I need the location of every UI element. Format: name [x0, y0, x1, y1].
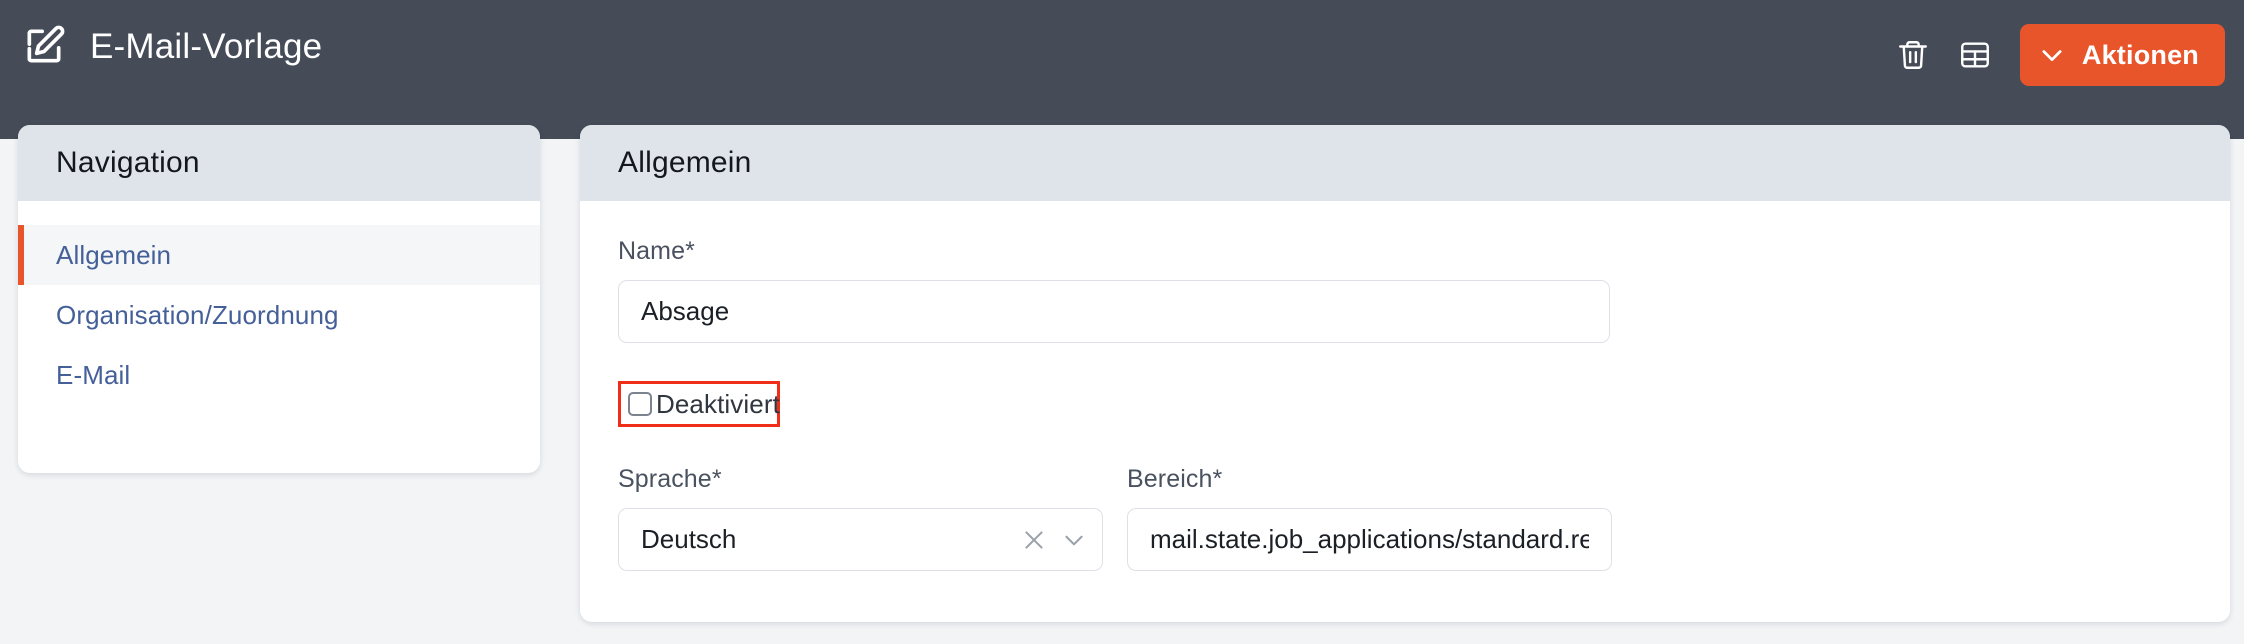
sidebar-item-organisation-zuordnung[interactable]: Organisation/Zuordnung [18, 285, 540, 345]
chevron-down-icon [2038, 41, 2066, 69]
name-field-group: Name* [618, 237, 1610, 343]
bereich-field-label: Bereich* [1127, 465, 1223, 493]
actions-button-label: Aktionen [2081, 39, 2199, 70]
table-icon[interactable] [1944, 24, 2006, 86]
navigation-panel: Navigation Allgemein Organisation/Zuordn… [18, 125, 540, 473]
sprache-select-icons [1021, 508, 1087, 571]
navigation-header: Navigation [18, 125, 540, 201]
navigation-list: Allgemein Organisation/Zuordnung E-Mail [18, 201, 540, 405]
app-header: E-Mail-Vorlage Aktionen [0, 0, 2244, 139]
trash-icon[interactable] [1882, 24, 1944, 86]
bereich-input[interactable] [1127, 508, 1612, 571]
sprache-select[interactable] [618, 508, 1103, 571]
header-left-group: E-Mail-Vorlage [22, 24, 322, 68]
sprache-field-label: Sprache* [618, 465, 722, 493]
sidebar-item-label: Organisation/Zuordnung [56, 299, 339, 330]
deaktiviert-checkbox[interactable] [628, 392, 652, 416]
navigation-title: Navigation [56, 146, 200, 179]
sprache-field-group: Sprache* [618, 465, 1103, 571]
bereich-field-group: Bereich* [1127, 465, 1612, 571]
deaktiviert-checkbox-group: Deaktiviert [618, 381, 780, 427]
general-form-header: Allgemein [580, 125, 2230, 201]
chevron-down-icon[interactable] [1061, 527, 1087, 553]
general-form-title: Allgemein [618, 146, 752, 179]
actions-button[interactable]: Aktionen [2019, 24, 2225, 86]
sprache-bereich-row: Sprache* Deutsch Bereich* mail.state.job… [618, 465, 2230, 571]
close-icon[interactable] [1021, 527, 1047, 553]
header-actions-group: Aktionen [1882, 24, 2225, 86]
sidebar-item-allgemein[interactable]: Allgemein [18, 225, 540, 285]
page-title: E-Mail-Vorlage [90, 26, 323, 66]
name-field-label: Name* [618, 237, 695, 265]
sidebar-item-email[interactable]: E-Mail [18, 345, 540, 405]
general-form-body: Name* Deaktiviert Sprache* [580, 201, 2230, 571]
sidebar-item-label: E-Mail [56, 359, 131, 390]
name-input[interactable] [618, 280, 1610, 343]
edit-square-icon [22, 24, 66, 68]
deaktiviert-checkbox-label: Deaktiviert [656, 388, 780, 419]
general-form-panel: Allgemein Name* Deaktiviert Sprache* [580, 125, 2230, 622]
sidebar-item-label: Allgemein [56, 239, 172, 270]
